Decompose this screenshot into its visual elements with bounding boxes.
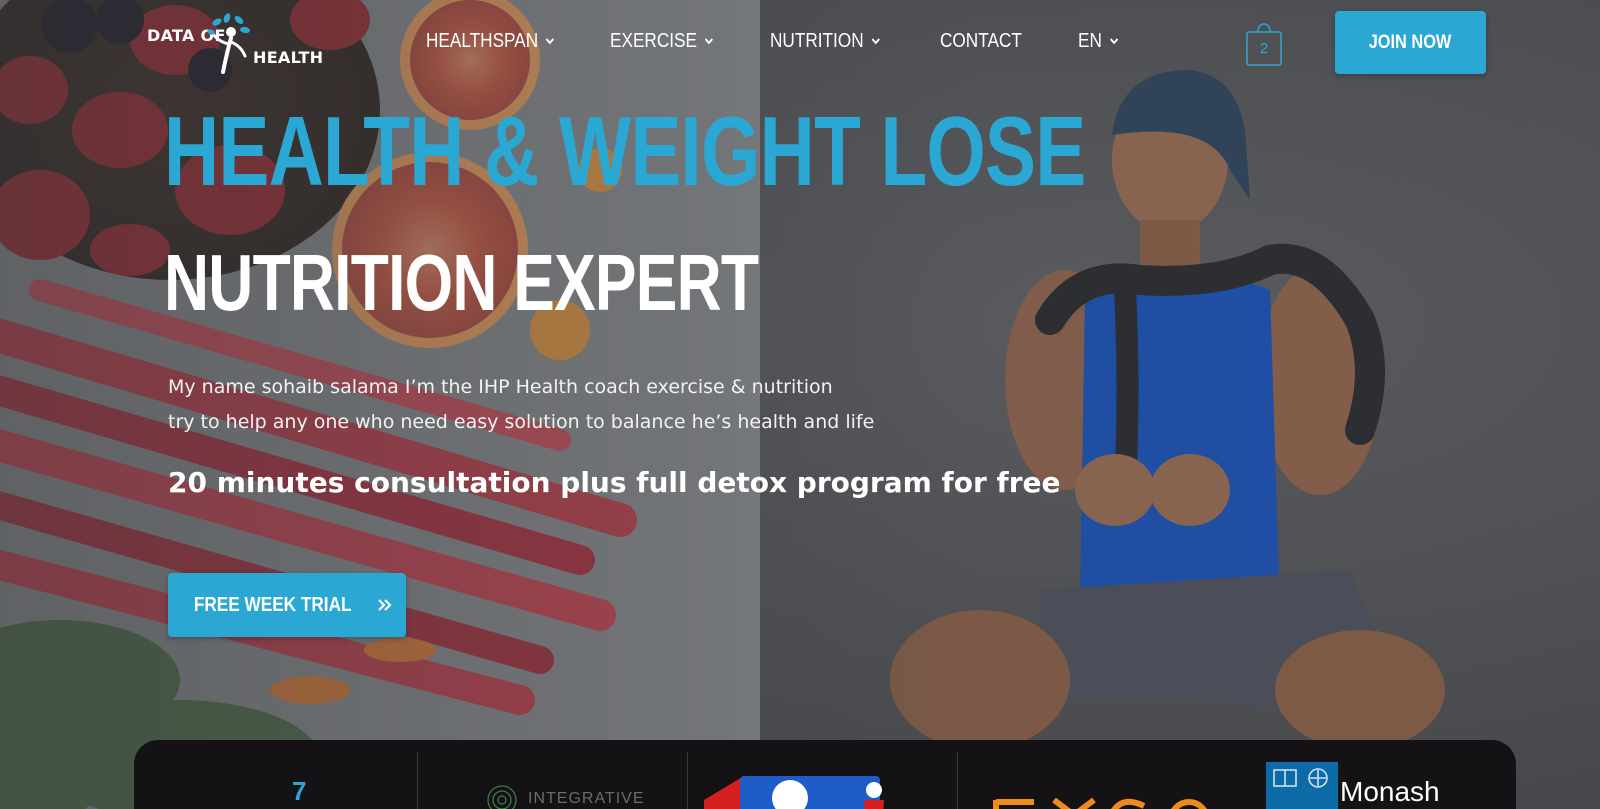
partner-logo-text: INTEGRATIVE xyxy=(528,790,645,807)
nav-item-healthspan[interactable]: HEALTHSPAN xyxy=(426,30,584,53)
chevron-down-icon xyxy=(1109,38,1118,45)
partner-logo-mark xyxy=(993,797,1207,809)
nav-item-label: HEALTHSPAN xyxy=(426,29,539,52)
join-now-button[interactable]: JOIN NOW xyxy=(1335,11,1486,74)
hero-subtitle: NUTRITION EXPERT xyxy=(164,238,759,327)
leaf-figure-icon xyxy=(207,13,250,74)
logo-text-line2: HEALTH xyxy=(253,48,324,67)
partner-divider xyxy=(417,752,418,809)
partner-logos-strip: 7 INTEGRATIVE Monash xyxy=(134,740,1516,809)
chevron-down-icon xyxy=(871,38,880,45)
main-nav: HEALTHSPAN EXERCISE NUTRITION CONTACT EN xyxy=(426,24,1138,58)
partner-divider xyxy=(957,752,958,809)
join-now-label: JOIN NOW xyxy=(1369,31,1452,53)
partner-logo-1: 7 xyxy=(174,740,394,809)
language-selector[interactable]: EN xyxy=(1078,30,1130,53)
double-chevron-right-icon xyxy=(377,599,391,611)
partner-logo-integrative: INTEGRATIVE xyxy=(434,740,674,809)
hero-title: HEALTH & WEIGHT LOSE xyxy=(164,96,1086,206)
language-label: EN xyxy=(1078,29,1102,52)
partner-logo-3 xyxy=(704,740,944,809)
nav-item-label: NUTRITION xyxy=(770,29,864,52)
nav-item-label: EXERCISE xyxy=(610,29,697,52)
free-week-trial-label: FREE WEEK TRIAL xyxy=(194,593,352,616)
hero-description: My name sohaib salama I’m the IHP Health… xyxy=(168,370,888,440)
nav-item-exercise[interactable]: EXERCISE xyxy=(610,30,748,53)
partner-logo-monash: Monash xyxy=(1244,740,1504,809)
free-week-trial-button[interactable]: FREE WEEK TRIAL xyxy=(168,573,406,637)
chevron-down-icon xyxy=(704,38,714,45)
partner-logo-text: Monash xyxy=(1340,776,1440,807)
nav-item-label: CONTACT xyxy=(940,29,1022,52)
partner-logo-4 xyxy=(974,740,1214,809)
cart-button[interactable]: 2 xyxy=(1246,22,1282,66)
partner-logo-mark: 7 xyxy=(292,776,306,806)
chevron-down-icon xyxy=(546,38,555,45)
partner-divider xyxy=(687,752,688,809)
site-header: DATA OF HEALTH HEALTHSPAN EXERCISE NUTRI… xyxy=(0,0,1600,84)
hero-offer-text: 20 minutes consultation plus full detox … xyxy=(168,466,1061,499)
site-logo[interactable]: DATA OF HEALTH xyxy=(145,12,323,82)
cart-count-badge: 2 xyxy=(1259,40,1269,57)
nav-item-contact[interactable]: CONTACT xyxy=(940,30,1059,53)
hero-description-line: My name sohaib salama I’m the IHP Health… xyxy=(168,376,833,398)
hero-description-line: try to help any one who need easy soluti… xyxy=(168,411,875,433)
nav-item-nutrition[interactable]: NUTRITION xyxy=(770,30,916,53)
partner-logo-mark xyxy=(704,776,884,809)
svg-text:7: 7 xyxy=(292,776,306,806)
